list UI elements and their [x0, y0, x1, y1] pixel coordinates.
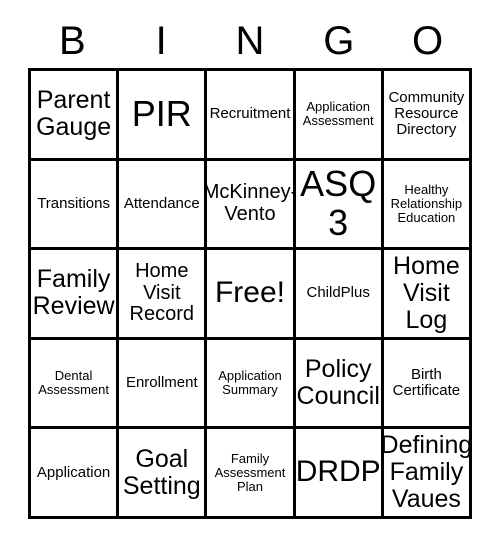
bingo-cell-i5[interactable]: Goal Setting	[119, 429, 208, 519]
bingo-cell-b2[interactable]: Transitions	[31, 160, 120, 251]
bingo-cell-label: Transitions	[37, 194, 110, 212]
bingo-cell-g3[interactable]: ChildPlus	[295, 250, 384, 340]
bingo-cell-i1[interactable]: PIR	[119, 71, 208, 161]
bingo-cell-label: Family Assessment Plan	[214, 450, 286, 494]
bingo-cell-label: Enrollment	[125, 374, 198, 391]
bingo-cell-label: Family Review	[32, 265, 115, 321]
bingo-cell-label: Application	[36, 463, 111, 481]
bingo-cell-label: McKinney-Vento	[207, 181, 296, 225]
bingo-cell-n1[interactable]: Recruitment	[207, 71, 296, 161]
bingo-header-letter-g: G	[323, 19, 355, 63]
bingo-cell-o2[interactable]: Healthy Relationship Education	[383, 160, 472, 251]
bingo-cell-o5[interactable]: Defining Family Vaues	[383, 429, 472, 519]
bingo-cell-label: Community Resource Directory	[388, 89, 465, 139]
bingo-cell-n4[interactable]: Application Summary	[207, 339, 296, 430]
bingo-cell-i2[interactable]: Attendance	[119, 160, 208, 251]
bingo-cell-b5[interactable]: Application	[31, 429, 120, 519]
bingo-cell-label: Home Visit Record	[129, 260, 195, 326]
bingo-grid: Parent Gauge PIR Recruitment Application…	[28, 68, 472, 519]
bingo-cell-free[interactable]: Free!	[207, 250, 296, 340]
bingo-cell-label: DRDP	[295, 455, 381, 489]
bingo-header-letter-n: N	[235, 19, 265, 63]
bingo-cell-label: Policy Council	[296, 355, 380, 411]
bingo-cell-label: PIR	[131, 92, 192, 134]
bingo-cell-o1[interactable]: Community Resource Directory	[383, 71, 472, 161]
bingo-cell-n5[interactable]: Family Assessment Plan	[207, 429, 296, 519]
bingo-header-letter-o: O	[412, 19, 444, 63]
bingo-cell-n2[interactable]: McKinney-Vento	[207, 160, 296, 251]
bingo-cell-o3[interactable]: Home Visit Log	[383, 250, 472, 340]
bingo-header-letter-b: B	[59, 19, 86, 63]
bingo-cell-i4[interactable]: Enrollment	[119, 339, 208, 430]
bingo-cell-g4[interactable]: Policy Council	[295, 339, 384, 430]
bingo-cell-o4[interactable]: Birth Certificate	[383, 339, 472, 430]
bingo-cell-g2[interactable]: ASQ 3	[295, 160, 384, 251]
bingo-cell-label: Birth Certificate	[392, 365, 461, 400]
bingo-cell-g5[interactable]: DRDP	[295, 429, 384, 519]
bingo-cell-label: Goal Setting	[122, 444, 201, 500]
bingo-cell-label: ASQ 3	[300, 163, 377, 243]
bingo-cell-b3[interactable]: Family Review	[31, 250, 120, 340]
bingo-cell-b4[interactable]: Dental Assessment	[31, 339, 120, 430]
bingo-header-letter-i: I	[155, 19, 167, 63]
bingo-cell-i3[interactable]: Home Visit Record	[119, 250, 208, 340]
bingo-cell-label: Application Assessment	[302, 99, 374, 129]
bingo-cell-label: Dental Assessment	[38, 368, 109, 398]
bingo-cell-label: Attendance	[123, 194, 200, 212]
bingo-header-row: B I N G O	[28, 14, 472, 68]
bingo-cell-label: Healthy Relationship Education	[390, 181, 463, 225]
bingo-cell-g1[interactable]: Application Assessment	[295, 71, 384, 161]
bingo-cell-label: Recruitment	[209, 105, 291, 123]
bingo-free-space-label: Free!	[214, 276, 285, 310]
bingo-cell-b1[interactable]: Parent Gauge	[31, 71, 120, 161]
bingo-cell-label: ChildPlus	[306, 284, 370, 302]
bingo-cell-label: Defining Family Vaues	[383, 431, 472, 514]
bingo-cell-label: Parent Gauge	[36, 86, 112, 142]
bingo-cell-label: Home Visit Log	[393, 251, 460, 334]
bingo-card: B I N G O Parent Gauge PIR Recruitment A…	[0, 0, 501, 544]
bingo-cell-label: Application Summary	[218, 368, 282, 398]
